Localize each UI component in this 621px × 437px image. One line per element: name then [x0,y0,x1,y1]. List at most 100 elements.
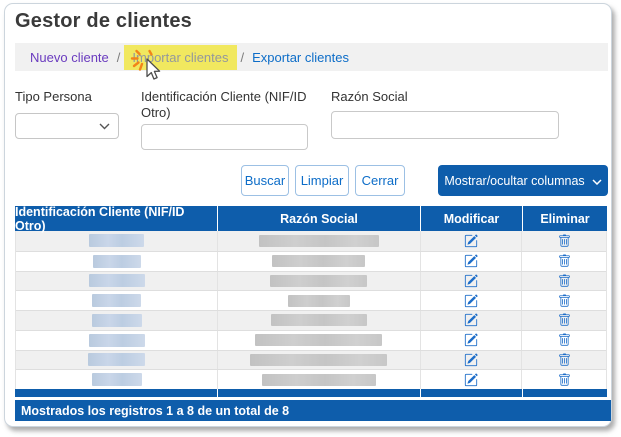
edit-pencil-square-icon [464,315,478,330]
cell-identificacion [16,231,218,251]
cerrar-button[interactable]: Cerrar [355,165,405,196]
table-body [15,231,607,389]
redacted-razon [270,275,367,287]
buscar-button[interactable]: Buscar [241,165,289,196]
edit-pencil-square-icon [464,335,478,350]
cell-eliminar [522,311,606,330]
cell-eliminar [522,272,606,291]
cell-razon-social [218,370,420,389]
column-header-razon-social[interactable]: Razón Social [218,206,421,231]
redacted-razon [262,374,376,386]
redacted-razon [250,354,387,366]
page-title: Gestor de clientes [15,10,192,33]
breadcrumb-link-importar-clientes[interactable]: Importar clientes [124,45,236,70]
table-row [16,310,606,330]
edit-button[interactable] [464,274,478,288]
redacted-razon [288,295,350,307]
breadcrumb-separator: / [117,50,121,65]
trash-icon [558,276,571,291]
tipo-persona-label: Tipo Persona [15,89,92,105]
mostrar-ocultar-columnas-label: Mostrar/ocultar columnas [444,174,584,188]
cell-modificar [421,252,523,271]
cell-razon-social [218,291,420,310]
edit-button[interactable] [464,234,478,248]
column-header-identificacion[interactable]: Identificación Cliente (NIF/ID Otro) [15,206,218,231]
edit-button[interactable] [464,294,478,308]
delete-button[interactable] [558,274,571,288]
edit-pencil-square-icon [464,236,478,251]
breadcrumb: Nuevo cliente / Importar clientes / Expo… [15,43,608,71]
breadcrumb-link-nuevo-cliente[interactable]: Nuevo cliente [30,50,109,65]
column-header-eliminar: Eliminar [523,206,607,231]
edit-pencil-square-icon [464,375,478,390]
cell-modificar [421,291,523,310]
delete-button[interactable] [558,313,571,327]
edit-pencil-square-icon [464,355,478,370]
delete-button[interactable] [558,373,571,387]
trash-icon [558,355,571,370]
table-row [16,251,606,271]
identificacion-label: Identificación Cliente (NIF/ID Otro) [141,89,321,121]
screenshot-stage: Gestor de clientes Nuevo cliente / Impor… [0,0,621,437]
edit-button[interactable] [464,373,478,387]
clients-table: Identificación Cliente (NIF/ID Otro) Raz… [15,206,607,397]
chevron-down-icon [99,117,110,135]
tipo-persona-select[interactable] [15,113,119,139]
redacted-id [92,373,142,386]
table-header-row: Identificación Cliente (NIF/ID Otro) Raz… [15,206,607,231]
cell-razon-social [218,311,420,330]
mostrar-ocultar-columnas-button[interactable]: Mostrar/ocultar columnas [438,165,608,196]
redacted-razon [272,255,365,267]
identificacion-input[interactable] [141,124,308,150]
trash-icon [558,335,571,350]
delete-button[interactable] [558,353,571,367]
redacted-razon [271,314,367,326]
client-manager-window: Gestor de clientes Nuevo cliente / Impor… [4,3,612,427]
edit-button[interactable] [464,313,478,327]
redacted-id [93,255,141,268]
redacted-razon [259,235,379,247]
edit-pencil-square-icon [464,296,478,311]
table-row [16,271,606,291]
delete-button[interactable] [558,254,571,268]
column-header-modificar: Modificar [421,206,523,231]
breadcrumb-link-exportar-clientes[interactable]: Exportar clientes [252,50,349,65]
cell-modificar [421,231,523,251]
table-row [16,231,606,251]
trash-icon [558,315,571,330]
limpiar-button[interactable]: Limpiar [295,165,349,196]
edit-pencil-square-icon [464,276,478,291]
cell-modificar [421,351,523,370]
redacted-id [89,234,144,247]
trash-icon [558,236,571,251]
results-summary-text: Mostrados los registros 1 a 8 de un tota… [21,404,289,418]
delete-button[interactable] [558,333,571,347]
redacted-id [88,353,145,366]
delete-button[interactable] [558,294,571,308]
redacted-id [89,274,145,287]
trash-icon [558,375,571,390]
cell-eliminar [522,370,606,389]
cell-razon-social [218,252,420,271]
breadcrumb-separator: / [241,50,245,65]
trash-icon [558,296,571,311]
redacted-id [89,334,145,347]
trash-icon [558,256,571,271]
cell-identificacion [16,351,218,370]
table-row [16,369,606,389]
redacted-razon [255,334,382,346]
cell-razon-social [218,331,420,350]
delete-button[interactable] [558,234,571,248]
results-summary-bar: Mostrados los registros 1 a 8 de un tota… [15,400,611,421]
razon-social-input[interactable] [331,111,559,139]
edit-button[interactable] [464,353,478,367]
cell-razon-social [218,351,420,370]
edit-button[interactable] [464,333,478,347]
cell-eliminar [522,252,606,271]
edit-pencil-square-icon [464,256,478,271]
cell-modificar [421,311,523,330]
cell-identificacion [16,311,218,330]
cell-razon-social [218,272,420,291]
edit-button[interactable] [464,254,478,268]
chevron-down-icon [592,174,602,188]
